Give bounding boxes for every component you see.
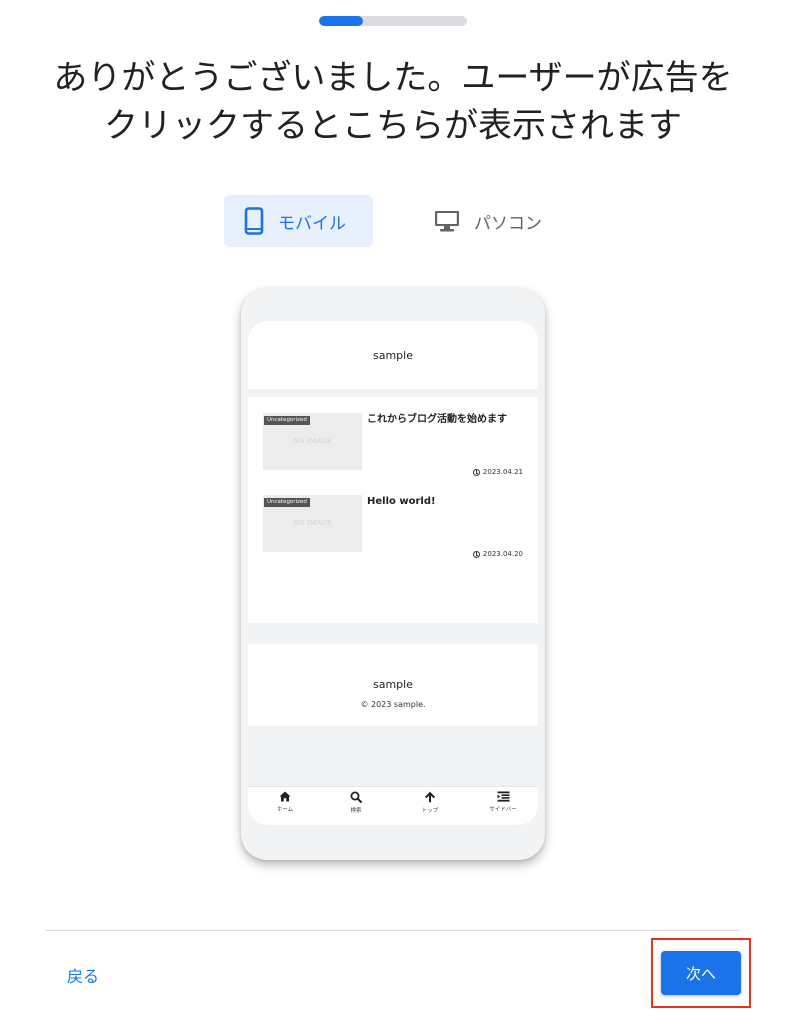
list-item: Uncategorized NO IMAGE Hello world! 2023… [263, 495, 523, 569]
preview-nav-top-label: トップ [421, 808, 439, 814]
desktop-monitor-icon [435, 211, 459, 232]
clock-icon [472, 468, 480, 476]
no-image-placeholder: NO IMAGE [293, 519, 332, 527]
category-badge: Uncategorized [264, 416, 310, 425]
preview-nav-top: トップ [400, 791, 460, 814]
preview-nav-sidebar: サイドバー [473, 791, 533, 813]
search-icon [350, 791, 362, 803]
post-date: 2023.04.20 [472, 550, 523, 558]
preview-nav-search: 検索 [326, 791, 386, 814]
arrow-up-icon [425, 791, 435, 803]
preview-copyright: © 2023 sample. [360, 700, 426, 709]
post-date-text: 2023.04.21 [482, 468, 523, 476]
device-toggle: モバイル パソコン [0, 195, 786, 247]
tab-mobile-label: モバイル [278, 213, 346, 234]
smartphone-icon [244, 207, 264, 235]
post-title: Hello world! [367, 496, 436, 507]
page-title-line-1: ありがとうございました。ユーザーが広告を [53, 58, 733, 98]
sidebar-icon [497, 791, 509, 802]
category-badge: Uncategorized [264, 498, 310, 507]
preview-bottom-nav: ホーム 検索 トップ サイドバー [248, 786, 538, 825]
preview-site-header: sample [248, 321, 538, 389]
next-button[interactable]: 次へ [661, 951, 741, 995]
home-icon [279, 791, 291, 802]
footer-divider [46, 930, 740, 931]
mobile-preview-frame: sample Uncategorized NO IMAGE これからブログ活動を… [241, 288, 545, 860]
post-date-text: 2023.04.20 [482, 550, 523, 558]
preview-site-footer: sample © 2023 sample. [248, 644, 538, 726]
preview-nav-home-label: ホーム [276, 807, 294, 813]
progress-bar-fill [319, 16, 364, 26]
mobile-preview-screen: sample Uncategorized NO IMAGE これからブログ活動を… [248, 321, 538, 825]
preview-footer-site-name: sample [373, 678, 413, 691]
preview-post-list: Uncategorized NO IMAGE これからブログ活動を始めます 20… [248, 397, 538, 623]
tab-desktop[interactable]: パソコン [414, 195, 564, 247]
post-thumbnail: Uncategorized NO IMAGE [263, 495, 362, 552]
preview-nav-home: ホーム [255, 791, 315, 813]
post-thumbnail: Uncategorized NO IMAGE [263, 413, 362, 470]
post-date: 2023.04.21 [472, 468, 523, 476]
preview-nav-sidebar-label: サイドバー [489, 807, 517, 813]
progress-bar [319, 16, 467, 26]
page-title-line-2: クリックするとこちらが表示されます [104, 106, 682, 146]
page-title: ありがとうございました。ユーザーが広告を クリックするとこちらが表示されます [20, 54, 766, 150]
tab-mobile[interactable]: モバイル [224, 195, 373, 247]
post-title: これからブログ活動を始めます [367, 414, 507, 425]
no-image-placeholder: NO IMAGE [293, 437, 332, 445]
tab-desktop-label: パソコン [474, 213, 542, 234]
list-item: Uncategorized NO IMAGE これからブログ活動を始めます 20… [263, 413, 523, 487]
next-button-highlight: 次へ [651, 938, 751, 1008]
back-button[interactable]: 戻る [67, 963, 99, 987]
preview-site-name: sample [373, 348, 413, 362]
preview-nav-search-label: 検索 [350, 808, 362, 814]
clock-icon [472, 550, 480, 558]
